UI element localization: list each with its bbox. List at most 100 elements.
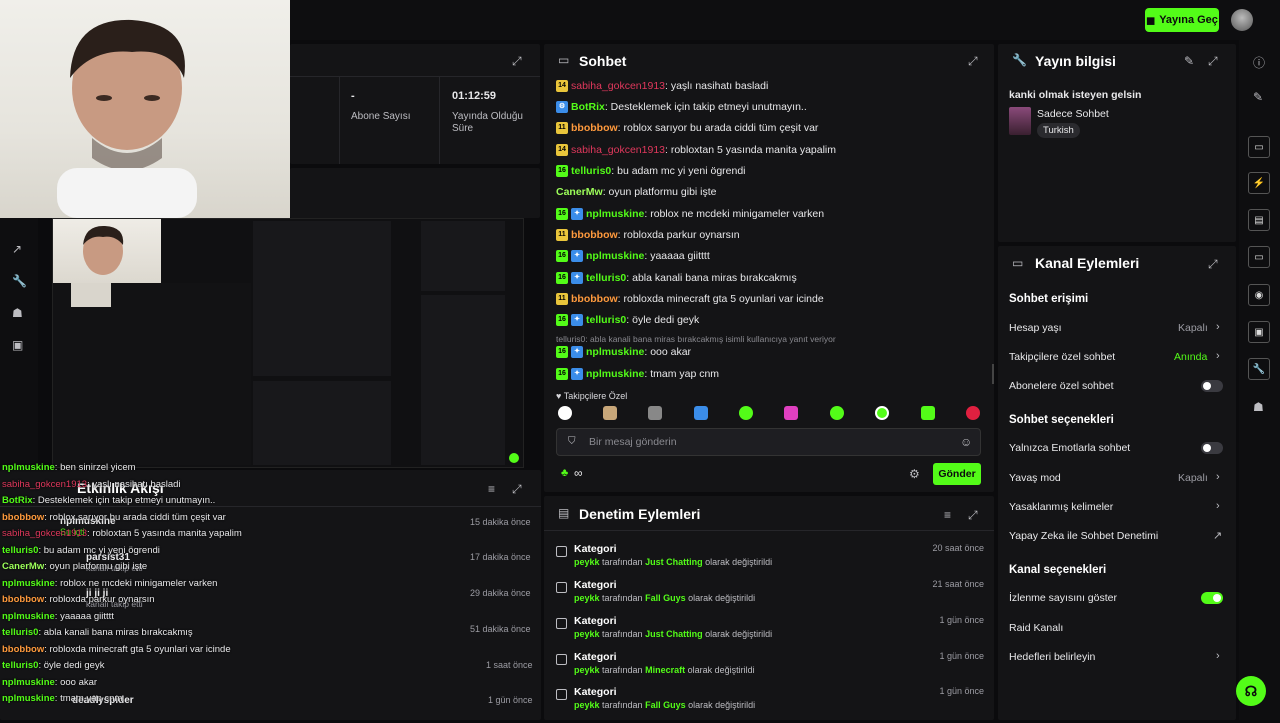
subs-chat-toggle[interactable] (1201, 380, 1223, 392)
account-age-label[interactable]: Hesap yaşı (1009, 322, 1062, 334)
chevron-right-icon[interactable]: › (1216, 500, 1220, 512)
slow-mode-label[interactable]: Yavaş mod (1009, 472, 1061, 484)
overlay-chat-line: nplmuskine: yaaaaa giitttt (2, 610, 114, 622)
overlay-chat-line: bbobbow: robloxda minecraft gta 5 oyunla… (2, 643, 231, 655)
chat-message: 11 bbobbow: roblox sarıyor bu arada ciddi… (556, 122, 818, 135)
live-time-label: Yayında Olduğu Süre (452, 111, 523, 134)
edit-pencil-icon[interactable]: ✎ (1184, 54, 1194, 68)
overlay-chat-line: CanerMw: oyun platformu gibi işte (2, 561, 148, 572)
heart-icon: ♥ (556, 391, 564, 401)
settings-gear-icon[interactable]: ⚙ (909, 467, 920, 481)
stream-icon[interactable]: ▭ (1248, 136, 1270, 158)
chat-message: 16 telluris0: bu adam mc yi yeni ögrendi (556, 165, 746, 178)
mod-action-item: Kategori peykk tarafından Just Chatting … (556, 615, 986, 652)
account-age-value[interactable]: Kapalı (1178, 322, 1208, 334)
emote-bird-icon[interactable] (694, 406, 708, 420)
users-icon[interactable]: ☗ (12, 306, 23, 320)
chat-message: 16 ✦ nplmuskine: ooo akar (556, 346, 691, 359)
list-icon: ▤ (558, 506, 570, 520)
filter-icon[interactable]: ≡ (488, 482, 495, 496)
mod-action-item: Kategori peykk tarafından Just Chatting … (556, 543, 986, 580)
chat-message: ⚙ BotRix: Desteklemek için takip etmeyi u… (556, 101, 807, 114)
emote-ball-icon[interactable] (875, 406, 889, 420)
set-goals-label[interactable]: Hedefleri belirleyin (1009, 651, 1095, 663)
send-button[interactable]: Gönder (933, 463, 981, 485)
chat-message: CanerMw: oyun platformu gibi işte (556, 186, 717, 198)
filter-icon[interactable]: ≡ (944, 508, 951, 522)
chart-icon[interactable]: ↗ (12, 242, 22, 256)
followers-chat-value[interactable]: Anında (1174, 351, 1207, 363)
tv-icon: ▭ (1012, 256, 1024, 270)
go-live-button[interactable]: ◼ Yayına Geç (1145, 8, 1219, 32)
stream-preview-recursion (52, 218, 524, 468)
expand-icon[interactable]: ⤢ (512, 54, 522, 69)
lightning-icon[interactable]: ⚡ (1248, 172, 1270, 194)
raid-channel-label[interactable]: Raid Kanalı (1009, 622, 1063, 634)
copy-icon (556, 546, 567, 557)
slow-mode-value[interactable]: Kapalı (1178, 472, 1208, 484)
chat-scrollbar[interactable] (992, 364, 994, 384)
wrench-icon[interactable]: 🔧 (1248, 358, 1270, 380)
language-tag: Turkish (1037, 123, 1080, 138)
activity-time: 17 dakika önce (470, 552, 531, 562)
info-icon[interactable]: ⓘ (1253, 54, 1265, 71)
emote-face-icon[interactable] (603, 406, 617, 420)
expand-icon[interactable]: ⤢ (968, 508, 978, 523)
expand-icon[interactable]: ⤢ (1208, 257, 1218, 272)
emote-only-toggle[interactable] (1201, 442, 1223, 454)
emote-kick-icon[interactable] (739, 406, 753, 420)
reply-hint: telluris0: abla kanali bana miras bırakc… (556, 334, 836, 344)
tv-icon[interactable]: ▣ (1248, 321, 1270, 343)
copy-icon (556, 618, 567, 629)
expand-icon[interactable]: ⤢ (968, 54, 978, 69)
emote-tv-icon[interactable] (784, 406, 798, 420)
bot-badge-icon: ⚙ (556, 101, 568, 114)
chat-options-heading: Sohbet seçenekleri (1009, 414, 1114, 426)
wrench-icon[interactable]: 🔧 (12, 274, 27, 288)
activity-time: 29 dakika önce (470, 588, 531, 598)
chevron-right-icon[interactable]: › (1216, 650, 1220, 662)
stream-preview-panel (290, 168, 540, 218)
channel-options-heading: Kanal seçenekleri (1009, 564, 1107, 576)
list-icon[interactable]: ▤ (1248, 209, 1270, 231)
chat-message: 14 sabiha_gokcen1913: robloxtan 5 yasında… (556, 144, 836, 157)
chevron-right-icon[interactable]: › (1216, 321, 1220, 333)
chat-message: 11 bbobbow: robloxda parkur oynarsın (556, 229, 740, 242)
subs-chat-label: Abonelere özel sohbet (1009, 380, 1114, 392)
chevron-right-icon[interactable]: › (1216, 471, 1220, 483)
user-avatar[interactable] (1231, 9, 1253, 31)
external-link-icon[interactable]: ↗ (1213, 529, 1222, 542)
edit-pencil-icon[interactable]: ✎ (1253, 90, 1263, 104)
emote-duck-icon[interactable] (558, 406, 572, 420)
support-headset-button[interactable]: ☊ (1236, 676, 1266, 706)
emote-photo-icon[interactable] (648, 406, 662, 420)
play-icon[interactable]: ◉ (1248, 284, 1270, 306)
emoji-icon[interactable]: ☺ (960, 435, 972, 449)
expand-icon[interactable]: ⤢ (1208, 54, 1218, 69)
gift-icon[interactable]: ▣ (12, 338, 23, 352)
chat-icon[interactable]: ▭ (1248, 246, 1270, 268)
users-icon[interactable]: ☗ (1253, 400, 1264, 414)
live-time-value: 01:12:59 (452, 90, 497, 102)
sub-count-value: - (351, 90, 355, 102)
emote-smile-icon[interactable] (830, 406, 844, 420)
chat-input[interactable]: ⛉ Bir mesaj gönderin ☺ (556, 428, 981, 456)
overlay-chat-line: sabiha_gokcen1913: yaşlı nasihatı baslad… (2, 478, 181, 490)
show-viewers-toggle[interactable] (1201, 592, 1223, 604)
activity-time: 51 dakika önce (470, 624, 531, 634)
activity-time: 1 gün önce (488, 695, 533, 705)
copy-icon (556, 689, 567, 700)
overlay-chat-line: bbobbow: roblox sarıyor bu arada ciddi t… (2, 511, 226, 523)
banned-words-label[interactable]: Yasaklanmış kelimeler (1009, 501, 1113, 513)
followers-chat-label[interactable]: Takipçilere özel sohbet (1009, 351, 1115, 363)
chat-input-placeholder: Bir mesaj gönderin (589, 436, 677, 448)
emote-mail-icon[interactable] (921, 406, 935, 420)
overlay-chat-line: telluris0: öyle dedi geyk (2, 660, 105, 671)
ai-moderation-label[interactable]: Yapay Zeka ile Sohbet Denetimi (1009, 530, 1158, 542)
chevron-right-icon[interactable]: › (1216, 350, 1220, 362)
category-name[interactable]: Sadece Sohbet (1037, 108, 1109, 120)
emote-red-icon[interactable] (966, 406, 980, 420)
expand-icon[interactable]: ⤢ (512, 482, 522, 497)
wrench-icon: 🔧 (1012, 53, 1027, 67)
activity-time: 15 dakika önce (470, 517, 531, 527)
